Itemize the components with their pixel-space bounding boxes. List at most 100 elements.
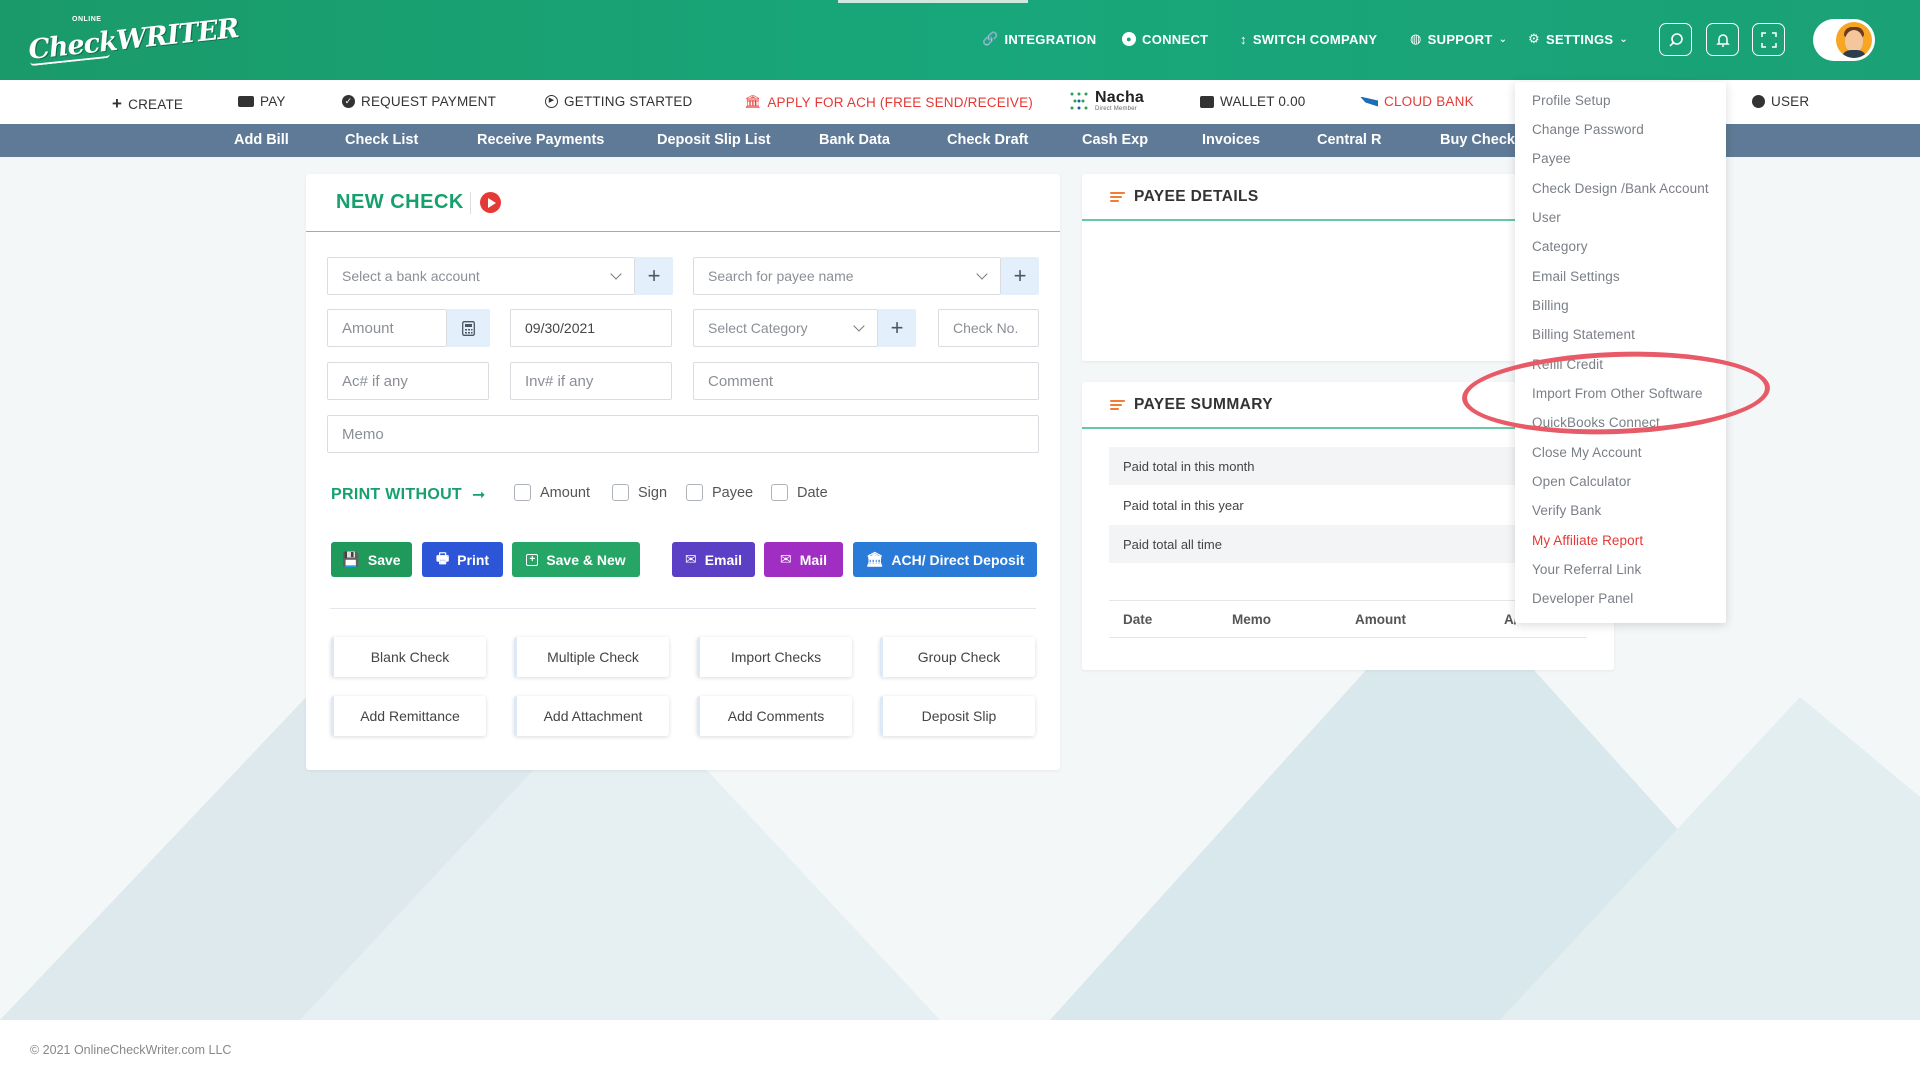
category-select[interactable]: Select Category bbox=[693, 309, 878, 347]
date-value: 09/30/2021 bbox=[525, 320, 596, 336]
memo-input[interactable]: Memo bbox=[327, 415, 1039, 453]
column-memo[interactable]: Memo bbox=[1232, 612, 1271, 627]
column-date[interactable]: Date bbox=[1123, 612, 1152, 627]
nav-cloud-bank[interactable]: CLOUD BANK bbox=[1360, 94, 1474, 109]
add-payee-button[interactable]: + bbox=[1001, 257, 1039, 295]
checkbox-box[interactable] bbox=[612, 484, 629, 501]
nav-request-payment[interactable]: ✓ REQUEST PAYMENT bbox=[342, 94, 496, 109]
nav-connect[interactable]: ● CONNECT bbox=[1122, 28, 1208, 50]
nav-pay[interactable]: PAY bbox=[238, 94, 286, 109]
checkbox-sign[interactable]: Sign bbox=[612, 484, 667, 501]
play-video-icon[interactable] bbox=[480, 192, 501, 213]
checkbox-box[interactable] bbox=[686, 484, 703, 501]
menu-item-your-referral-link[interactable]: Your Referral Link bbox=[1532, 562, 1641, 577]
logo[interactable]: ONLINE CheckWRITER bbox=[27, 13, 240, 68]
menu-item-profile-setup[interactable]: Profile Setup bbox=[1532, 93, 1611, 108]
ach-direct-deposit-button[interactable]: 🏛 ACH/ Direct Deposit bbox=[853, 542, 1037, 577]
link-check-list[interactable]: Check List bbox=[345, 132, 418, 148]
amount-input[interactable]: Amount bbox=[327, 309, 447, 347]
checkbox-box[interactable] bbox=[771, 484, 788, 501]
menu-item-email-settings[interactable]: Email Settings bbox=[1532, 269, 1620, 284]
menu-item-change-password[interactable]: Change Password bbox=[1532, 122, 1644, 137]
nav-create[interactable]: + CREATE bbox=[112, 94, 183, 114]
save-button[interactable]: 💾 Save bbox=[331, 542, 412, 577]
link-cash-exp[interactable]: Cash Exp bbox=[1082, 132, 1148, 148]
checkbox-label: Amount bbox=[540, 484, 590, 501]
multiple-check-button[interactable]: Multiple Check bbox=[514, 637, 669, 677]
link-deposit-slip-list[interactable]: Deposit Slip List bbox=[657, 132, 771, 148]
link-check-draft[interactable]: Check Draft bbox=[947, 132, 1028, 148]
nav-label: CLOUD BANK bbox=[1384, 94, 1474, 109]
nav-getting-started[interactable]: ▶ GETTING STARTED bbox=[545, 94, 693, 109]
checkbox-box[interactable] bbox=[514, 484, 531, 501]
nav-support[interactable]: ◍ SUPPORT ⌄ bbox=[1410, 28, 1507, 50]
connect-icon: ● bbox=[1122, 32, 1136, 46]
switch-icon: ↕ bbox=[1240, 31, 1247, 47]
link-bank-data[interactable]: Bank Data bbox=[819, 132, 890, 148]
add-category-button[interactable]: + bbox=[878, 309, 916, 347]
link-buy-check[interactable]: Buy Check bbox=[1440, 132, 1515, 148]
menu-item-developer-panel[interactable]: Developer Panel bbox=[1532, 591, 1633, 606]
input-placeholder: Ac# if any bbox=[342, 372, 408, 390]
menu-item-open-calculator[interactable]: Open Calculator bbox=[1532, 474, 1631, 489]
comment-input[interactable]: Comment bbox=[693, 362, 1039, 400]
notifications-button[interactable] bbox=[1706, 23, 1739, 56]
bell-icon bbox=[1715, 33, 1730, 47]
nav-wallet[interactable]: WALLET 0.00 bbox=[1200, 94, 1306, 109]
nav-label: INTEGRATION bbox=[1004, 31, 1097, 47]
menu-item-billing-statement[interactable]: Billing Statement bbox=[1532, 327, 1635, 342]
plus-icon: + bbox=[647, 263, 661, 288]
checkbox-payee[interactable]: Payee bbox=[686, 484, 753, 501]
menu-item-user[interactable]: User bbox=[1532, 210, 1561, 225]
avatar[interactable] bbox=[1836, 22, 1872, 58]
nav-apply-ach[interactable]: 🏛 APPLY FOR ACH (FREE SEND/RECEIVE) bbox=[744, 94, 1033, 110]
link-receive-payments[interactable]: Receive Payments bbox=[477, 132, 604, 148]
import-checks-button[interactable]: Import Checks bbox=[697, 637, 852, 677]
email-button[interactable]: ✉ Email bbox=[672, 542, 755, 577]
mail-button[interactable]: ✉ Mail bbox=[764, 542, 843, 577]
link-central-r[interactable]: Central R bbox=[1317, 132, 1381, 148]
group-check-button[interactable]: Group Check bbox=[880, 637, 1035, 677]
fullscreen-button[interactable] bbox=[1752, 23, 1785, 56]
nav-switch-company[interactable]: ↕ SWITCH COMPANY bbox=[1240, 28, 1377, 50]
bank-account-select[interactable]: Select a bank account bbox=[327, 257, 635, 295]
calculator-button[interactable] bbox=[447, 309, 490, 347]
menu-item-close-my-account[interactable]: Close My Account bbox=[1532, 445, 1642, 460]
checkbox-amount[interactable]: Amount bbox=[514, 484, 590, 501]
add-attachment-button[interactable]: Add Attachment bbox=[514, 696, 669, 736]
checkbox-label: Date bbox=[797, 484, 828, 501]
check-number-input[interactable]: Check No. bbox=[938, 309, 1039, 347]
deposit-slip-button[interactable]: Deposit Slip bbox=[880, 696, 1035, 736]
menu-item-payee[interactable]: Payee bbox=[1532, 151, 1571, 166]
nav-user[interactable]: USER bbox=[1752, 94, 1809, 109]
menu-item-category[interactable]: Category bbox=[1532, 239, 1588, 254]
link-invoices[interactable]: Invoices bbox=[1202, 132, 1260, 148]
logo-small-text: ONLINE bbox=[72, 16, 102, 23]
check-circle-icon: ✓ bbox=[342, 95, 355, 108]
add-remittance-button[interactable]: Add Remittance bbox=[331, 696, 486, 736]
mail-icon: ✉ bbox=[780, 551, 792, 567]
menu-item-verify-bank[interactable]: Verify Bank bbox=[1532, 503, 1601, 518]
invoice-number-input[interactable]: Inv# if any bbox=[510, 362, 672, 400]
checkbox-date[interactable]: Date bbox=[771, 484, 828, 501]
save-and-new-button[interactable]: + Save & New bbox=[512, 542, 640, 577]
link-add-bill[interactable]: Add Bill bbox=[234, 132, 289, 148]
nav-label: CONNECT bbox=[1142, 31, 1209, 47]
nacha-badge[interactable]: Nacha Direct Member bbox=[1069, 90, 1144, 112]
nav-settings[interactable]: ⚙ SETTINGS ⌄ bbox=[1528, 28, 1628, 50]
nav-label: WALLET 0.00 bbox=[1220, 94, 1306, 109]
add-comments-button[interactable]: Add Comments bbox=[697, 696, 852, 736]
account-number-input[interactable]: Ac# if any bbox=[327, 362, 489, 400]
menu-item-check-design[interactable]: Check Design /Bank Account bbox=[1532, 181, 1709, 196]
payee-search-select[interactable]: Search for payee name bbox=[693, 257, 1001, 295]
blank-check-button[interactable]: Blank Check bbox=[331, 637, 486, 677]
add-bank-account-button[interactable]: + bbox=[635, 257, 673, 295]
column-amount[interactable]: Amount bbox=[1355, 612, 1406, 627]
menu-item-my-affiliate-report[interactable]: My Affiliate Report bbox=[1532, 533, 1643, 548]
search-button[interactable] bbox=[1659, 23, 1692, 56]
input-placeholder: Memo bbox=[342, 425, 384, 443]
print-button[interactable]: 🖶 Print bbox=[422, 542, 503, 577]
nav-integration[interactable]: 🔗 INTEGRATION bbox=[982, 28, 1096, 50]
menu-item-billing[interactable]: Billing bbox=[1532, 298, 1569, 313]
date-input[interactable]: 09/30/2021 bbox=[510, 309, 672, 347]
